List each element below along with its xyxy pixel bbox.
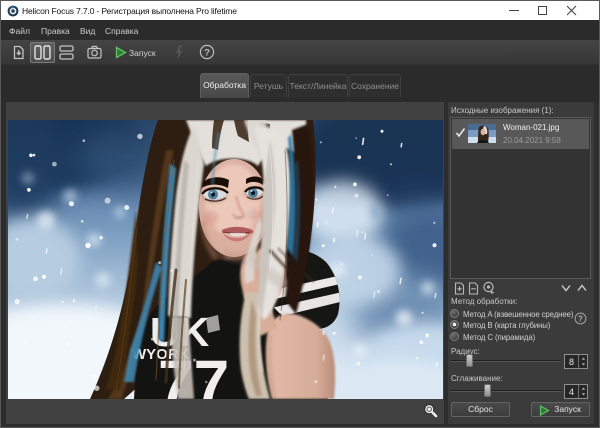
svg-text:?: ? [204,48,210,59]
svg-text:?: ? [578,315,583,324]
